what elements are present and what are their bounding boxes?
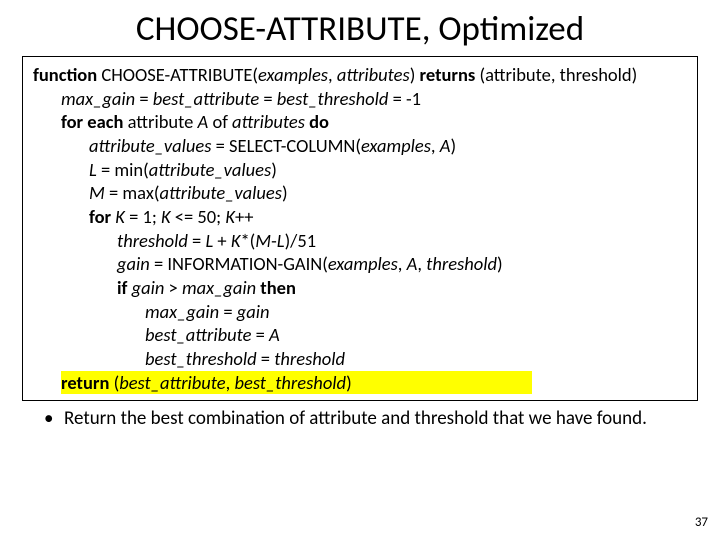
code-line-10: if gain > max_gain then [33, 276, 687, 300]
code-line-12: best_attribute = A [33, 323, 687, 347]
page-number: 37 [695, 515, 708, 530]
code-line-5: L = min(attribute_values) [33, 158, 687, 182]
code-line-13: best_threshold = threshold [33, 347, 687, 371]
code-line-6: M = max(attribute_values) [33, 181, 687, 205]
code-line-2: max_gain = best_attribute = best_thresho… [33, 87, 687, 111]
code-line-1: function CHOOSE-ATTRIBUTE(examples, attr… [33, 63, 687, 87]
code-line-3: for each attribute A of attributes do [33, 110, 687, 134]
bullet-text: Return the best combination of attribute… [64, 407, 668, 431]
code-line-7: for K = 1; K <= 50; K++ [33, 205, 687, 229]
pseudocode-box: function CHOOSE-ATTRIBUTE(examples, attr… [22, 56, 698, 401]
bullet-item: • Return the best combination of attribu… [22, 407, 698, 431]
code-line-11: max_gain = gain [33, 300, 687, 324]
code-line-8: threshold = L + K*(M-L)/51 [33, 229, 687, 253]
code-line-4: attribute_values = SELECT-COLUMN(example… [33, 134, 687, 158]
slide: CHOOSE-ATTRIBUTE, Optimized function CHO… [0, 0, 720, 540]
bullet-dot: • [44, 407, 64, 431]
code-line-9: gain = INFORMATION-GAIN(examples, A, thr… [33, 252, 687, 276]
slide-title: CHOOSE-ATTRIBUTE, Optimized [22, 8, 698, 50]
code-line-14: return (best_attribute, best_threshold) [33, 371, 687, 395]
